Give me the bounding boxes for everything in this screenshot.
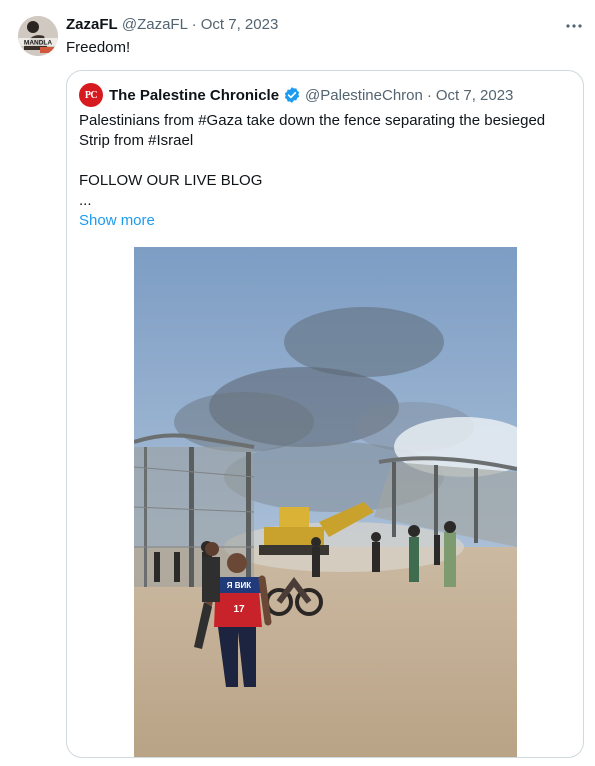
- quoted-text-line: [79, 151, 573, 171]
- show-more-link[interactable]: Show more: [79, 211, 155, 231]
- more-horizontal-icon: [566, 24, 582, 28]
- avatar-text: MANDLA: [24, 40, 52, 47]
- avatar[interactable]: MANDLA: [18, 16, 58, 56]
- quoted-author-name[interactable]: The Palestine Chronicle: [109, 87, 279, 104]
- tweet[interactable]: MANDLA ZazaFL @ZazaFL · Oct 7, 2023 Free…: [0, 0, 595, 766]
- quoted-text-line: Palestinians from #Gaza take down the fe…: [79, 112, 546, 129]
- quoted-separator: ·: [426, 86, 432, 104]
- separator-dot: ·: [191, 16, 197, 33]
- tweet-header: ZazaFL @ZazaFL · Oct 7, 2023: [66, 15, 278, 35]
- quoted-header: PC The Palestine Chronicle @PalestineChr…: [79, 83, 513, 107]
- quoted-media[interactable]: Я ВИК 17: [134, 247, 517, 757]
- avatar-image: MANDLA: [18, 16, 58, 56]
- quoted-text: Palestinians from #Gaza take down the fe…: [79, 111, 573, 211]
- quoted-avatar-text: PC: [84, 89, 98, 101]
- quoted-tweet[interactable]: PC The Palestine Chronicle @PalestineChr…: [66, 70, 584, 758]
- quoted-handle[interactable]: @PalestineChron: [305, 87, 423, 104]
- tweet-text: Freedom!: [66, 39, 131, 56]
- more-button[interactable]: [562, 14, 586, 38]
- quoted-text-line: Strip from #Israel: [79, 132, 194, 149]
- verified-badge-icon: [283, 86, 301, 104]
- author-handle[interactable]: @ZazaFL: [122, 16, 188, 33]
- tweet-date[interactable]: Oct 7, 2023: [201, 16, 279, 33]
- shirt-text: Я ВИК: [227, 581, 252, 590]
- quoted-date[interactable]: Oct 7, 2023: [436, 87, 514, 104]
- quoted-text-line: FOLLOW OUR LIVE BLOG: [79, 172, 263, 189]
- author-name[interactable]: ZazaFL: [66, 16, 118, 33]
- media-photo: Я ВИК 17: [134, 247, 517, 757]
- quoted-avatar[interactable]: PC: [79, 83, 103, 107]
- quoted-text-line: ...: [79, 192, 92, 209]
- shirt-number: 17: [233, 604, 245, 615]
